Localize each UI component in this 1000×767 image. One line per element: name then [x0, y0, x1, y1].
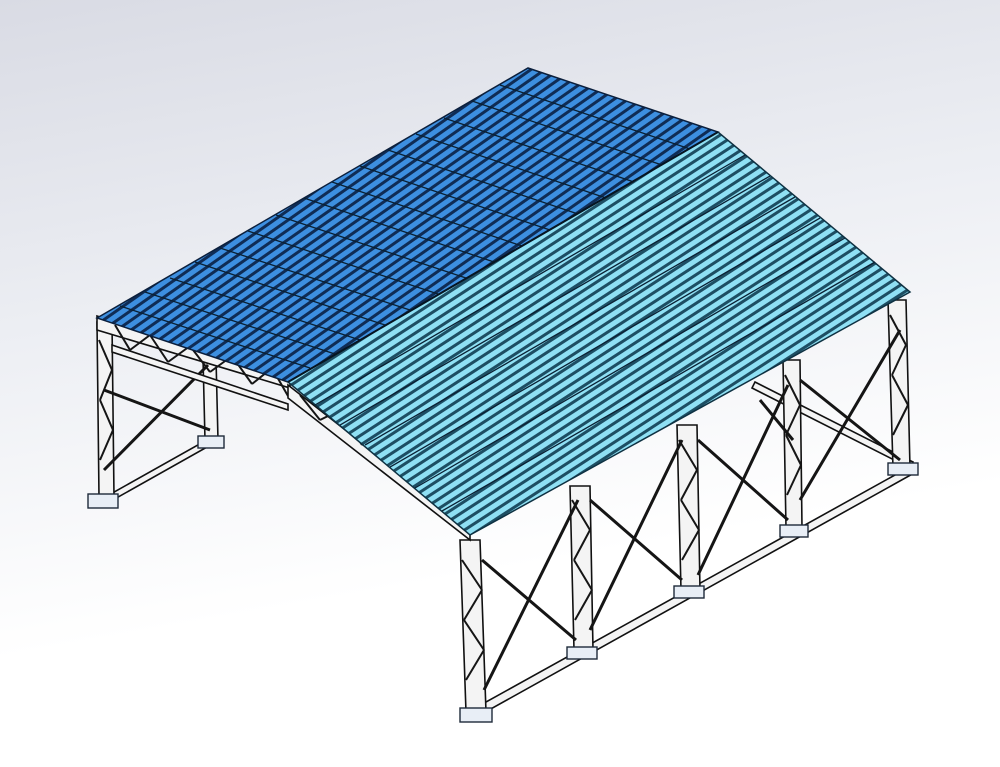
brace-front-4 [589, 498, 683, 582]
base-plate-7 [887, 462, 919, 476]
column-front-1 [459, 539, 487, 713]
shed-model[interactable] [0, 0, 1000, 767]
base-beam-back [750, 380, 915, 470]
base-plate-5 [673, 585, 705, 599]
column-front-3 [676, 424, 701, 591]
base-plate-2 [197, 435, 225, 449]
brace-front-2 [481, 558, 577, 642]
cad-viewport[interactable] [0, 0, 1000, 767]
brace-front-6 [697, 438, 789, 522]
base-plate-3 [459, 707, 493, 723]
base-plate-6 [779, 524, 809, 538]
base-plate-1 [87, 493, 119, 509]
column-right-back [887, 299, 911, 469]
base-plate-4 [566, 646, 598, 660]
brace-back-2 [103, 388, 211, 432]
column-right-mid [782, 359, 803, 529]
